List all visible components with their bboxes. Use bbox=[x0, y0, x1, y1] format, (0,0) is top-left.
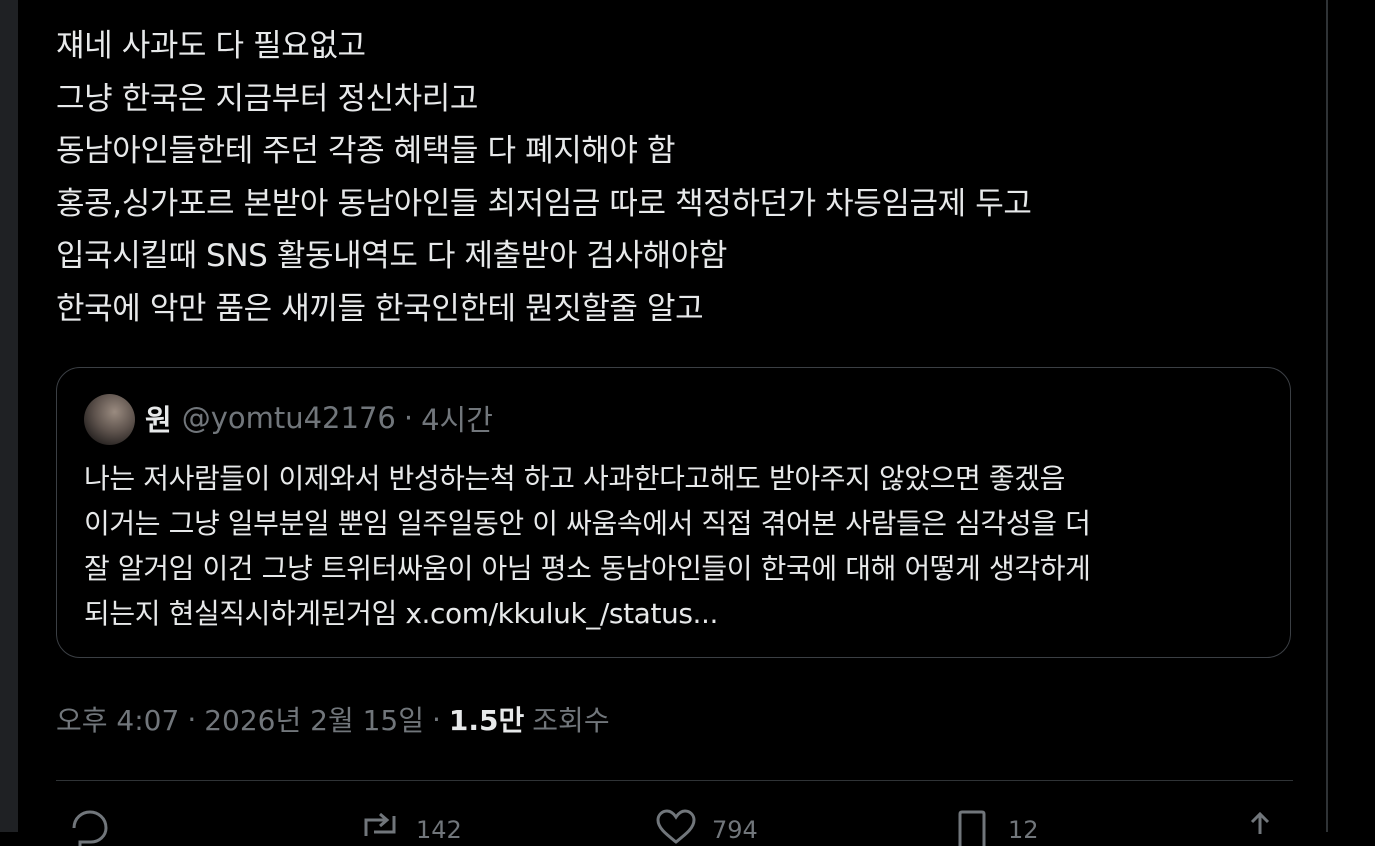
tweet-text-line: 그냥 한국은 지금부터 정신차리고 bbox=[56, 80, 479, 117]
author-name[interactable]: 원 bbox=[145, 397, 172, 439]
quoted-tweet-card[interactable]: 원 @yomtu42176 · 4시간 나는 저사람들이 이제와서 반성하는척 … bbox=[56, 367, 1291, 658]
tweet-text-line: 쟤네 사과도 다 필요없고 bbox=[56, 28, 366, 64]
quoted-tweet-text: 나는 저사람들이 이제와서 반성하는척 하고 사과한다고해도 받아주지 않았으면… bbox=[84, 456, 1269, 636]
tweet-text-line: 동남아인들한테 주던 각종 혜택들 다 폐지해야 함 bbox=[56, 133, 676, 169]
tweet-text: 쟤네 사과도 다 필요없고 그냥 한국은 지금부터 정신차리고 동남아인들한테 … bbox=[56, 20, 1293, 335]
retweet-count: 142 bbox=[416, 816, 462, 844]
tweet-text-line: 한국에 악만 품은 새끼들 한국인한테 뭔짓할줄 알고 bbox=[56, 290, 704, 327]
left-scroll-rail bbox=[0, 0, 18, 832]
separator-dot: · bbox=[403, 401, 414, 435]
quoted-text-line: 이거는 그냥 일부분일 뿐임 일주일동안 이 싸움속에서 직접 겪어본 사람들은… bbox=[84, 507, 1091, 540]
like-icon bbox=[652, 806, 700, 846]
views-label: 조회수 bbox=[532, 704, 610, 737]
tweet-detail: 쟤네 사과도 다 필요없고 그냥 한국은 지금부터 정신차리고 동남아인들한테 … bbox=[56, 0, 1293, 846]
post-date[interactable]: 2026년 2월 15일 bbox=[204, 699, 424, 739]
quoted-text-line: 나는 저사람들이 이제와서 반성하는척 하고 사과한다고해도 받아주지 않았으면… bbox=[84, 462, 1065, 495]
tweet-text-line: 입국시킬때 SNS 활동내역도 다 제출받아 검사해야함 bbox=[56, 238, 728, 274]
quoted-text-line: 잘 알거임 이건 그냥 트위터싸움이 아님 평소 동남아인들이 한국에 대해 어… bbox=[84, 552, 1091, 585]
post-time[interactable]: 오후 4:07 bbox=[56, 699, 179, 739]
quoted-tweet-header: 원 @yomtu42176 · 4시간 bbox=[145, 398, 493, 438]
avatar[interactable] bbox=[84, 394, 135, 445]
divider bbox=[56, 780, 1293, 781]
bookmark-icon bbox=[948, 806, 996, 846]
retweet-button[interactable]: 142 bbox=[356, 806, 462, 846]
views-count[interactable]: 1.5만 bbox=[449, 699, 524, 739]
column-border bbox=[1326, 0, 1328, 832]
bookmark-count: 12 bbox=[1008, 816, 1039, 844]
reply-icon bbox=[66, 806, 114, 846]
tweet-metadata: 오후 4:07 · 2026년 2월 15일 · 1.5만 조회수 bbox=[56, 697, 610, 741]
author-handle[interactable]: @yomtu42176 bbox=[182, 401, 396, 435]
like-count: 794 bbox=[712, 816, 758, 844]
share-button[interactable] bbox=[1240, 806, 1280, 846]
like-button[interactable]: 794 bbox=[652, 806, 758, 846]
share-icon bbox=[1240, 806, 1280, 846]
separator-dot: · bbox=[187, 702, 197, 736]
tweet-text-line: 홍콩,싱가포르 본받아 동남아인들 최저임금 따로 책정하던가 차등임금제 두고 bbox=[56, 185, 1032, 222]
quoted-text-line: 되는지 현실직시하게된거임 x.com/kkuluk_/status... bbox=[84, 597, 719, 630]
bookmark-button[interactable]: 12 bbox=[948, 806, 1039, 846]
separator-dot: · bbox=[432, 702, 441, 736]
action-bar: 142 794 12 bbox=[56, 806, 1293, 846]
reply-button[interactable] bbox=[66, 806, 126, 846]
retweet-icon bbox=[356, 806, 404, 846]
post-time[interactable]: 4시간 bbox=[421, 397, 493, 439]
